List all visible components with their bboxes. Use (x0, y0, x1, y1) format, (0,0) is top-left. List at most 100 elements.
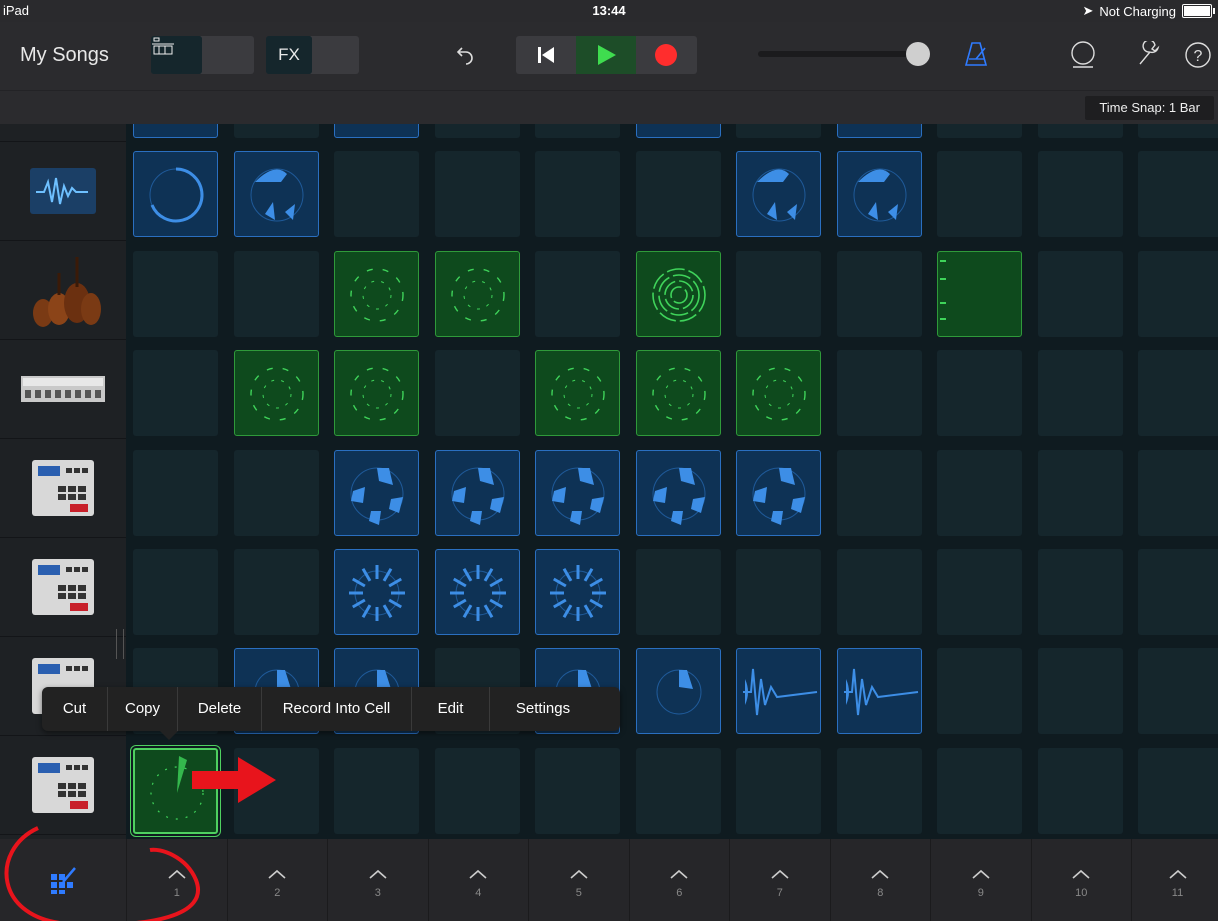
empty-cell[interactable] (1138, 151, 1218, 238)
column-trigger-9[interactable]: 9 (930, 839, 1031, 921)
loop-cell[interactable] (535, 350, 620, 437)
column-resize-handle[interactable] (116, 629, 124, 659)
empty-cell[interactable] (233, 124, 319, 138)
empty-cell[interactable] (937, 151, 1022, 238)
empty-cell[interactable] (937, 549, 1022, 635)
tracks-view-icon[interactable] (151, 36, 202, 74)
empty-cell[interactable] (635, 151, 721, 238)
empty-cell[interactable] (736, 124, 821, 138)
menu-edit[interactable]: Edit (412, 687, 490, 731)
empty-cell[interactable] (836, 549, 922, 635)
empty-cell[interactable] (535, 747, 620, 834)
loop-cell[interactable] (535, 549, 620, 635)
column-trigger-8[interactable]: 8 (829, 839, 931, 921)
selected-loop-cell[interactable] (133, 747, 218, 834)
edit-grid-button[interactable] (0, 839, 126, 921)
empty-cell[interactable] (1138, 449, 1218, 536)
loop-cell[interactable] (334, 124, 419, 138)
empty-cell[interactable] (233, 449, 319, 536)
empty-cell[interactable] (1037, 648, 1123, 735)
empty-cell[interactable] (133, 350, 218, 437)
metronome-icon[interactable] (964, 41, 988, 72)
loop-cell[interactable] (736, 449, 821, 536)
column-trigger-10[interactable]: 10 (1030, 839, 1132, 921)
loop-cell[interactable] (334, 549, 419, 635)
empty-cell[interactable] (736, 549, 821, 635)
loop-cell[interactable] (736, 151, 821, 238)
empty-cell[interactable] (434, 350, 520, 437)
loop-cell[interactable] (635, 350, 721, 437)
empty-cell[interactable] (434, 124, 520, 138)
instrument-mpc-2[interactable] (0, 538, 126, 637)
empty-cell[interactable] (1138, 648, 1218, 735)
column-trigger-3[interactable]: 3 (327, 839, 428, 921)
empty-cell[interactable] (233, 250, 319, 337)
loop-cell[interactable] (736, 350, 821, 437)
empty-cell[interactable] (937, 648, 1022, 735)
empty-cell[interactable] (1138, 124, 1218, 138)
empty-cell[interactable] (1138, 549, 1218, 635)
empty-cell[interactable] (133, 250, 218, 337)
menu-record-into-cell[interactable]: Record Into Cell (262, 687, 412, 731)
column-trigger-2[interactable]: 2 (226, 839, 328, 921)
loop-cell[interactable] (334, 350, 419, 437)
loop-cell[interactable] (434, 549, 520, 635)
loop-cell[interactable] (836, 151, 922, 238)
loop-cell[interactable] (334, 449, 419, 536)
loop-cell[interactable] (736, 648, 821, 735)
instrument-mpc-1[interactable] (0, 439, 126, 538)
empty-cell[interactable] (133, 549, 218, 635)
loop-cell[interactable] (233, 350, 319, 437)
loop-browser-icon[interactable] (1070, 40, 1098, 75)
loop-cell[interactable] (434, 250, 520, 337)
instrument-strings[interactable] (0, 241, 126, 340)
loop-cell[interactable] (937, 250, 1022, 337)
empty-cell[interactable] (1138, 747, 1218, 834)
empty-cell[interactable] (1138, 350, 1218, 437)
loop-cell[interactable] (133, 151, 218, 238)
empty-cell[interactable] (736, 250, 821, 337)
empty-cell[interactable] (836, 449, 922, 536)
loop-cell[interactable] (635, 124, 721, 138)
play-icon[interactable] (576, 36, 636, 74)
empty-cell[interactable] (1037, 151, 1123, 238)
loop-cell[interactable] (836, 124, 922, 138)
empty-cell[interactable] (736, 747, 821, 834)
empty-cell[interactable] (1037, 549, 1123, 635)
loop-cell[interactable] (635, 449, 721, 536)
time-snap-button[interactable]: Time Snap: 1 Bar (1085, 96, 1214, 120)
empty-cell[interactable] (334, 151, 419, 238)
record-icon[interactable] (636, 36, 696, 74)
empty-cell[interactable] (635, 747, 721, 834)
column-trigger-11[interactable]: 11 (1131, 839, 1218, 921)
volume-slider-knob[interactable] (906, 42, 930, 66)
empty-cell[interactable] (434, 747, 520, 834)
volume-slider[interactable] (758, 51, 918, 57)
column-trigger-1[interactable]: 1 (126, 839, 227, 921)
loop-cell[interactable] (535, 449, 620, 536)
empty-cell[interactable] (1037, 449, 1123, 536)
empty-cell[interactable] (1138, 250, 1218, 337)
empty-cell[interactable] (334, 747, 419, 834)
column-trigger-7[interactable]: 7 (729, 839, 830, 921)
empty-cell[interactable] (233, 549, 319, 635)
loop-cell[interactable] (836, 648, 922, 735)
menu-copy[interactable]: Copy (108, 687, 178, 731)
instrument-drum-machine[interactable] (0, 340, 126, 439)
settings-wrench-icon[interactable] (1136, 39, 1160, 72)
empty-cell[interactable] (836, 350, 922, 437)
empty-cell[interactable] (535, 151, 620, 238)
column-trigger-4[interactable]: 4 (427, 839, 529, 921)
loop-cell[interactable] (334, 250, 419, 337)
help-icon[interactable]: ? (1184, 41, 1212, 74)
instrument-row-partial[interactable] (0, 43, 126, 142)
empty-cell[interactable] (1037, 747, 1123, 834)
rewind-icon[interactable] (516, 36, 576, 74)
column-trigger-5[interactable]: 5 (528, 839, 629, 921)
column-trigger-6[interactable]: 6 (628, 839, 730, 921)
empty-cell[interactable] (535, 250, 620, 337)
empty-cell[interactable] (1037, 350, 1123, 437)
loop-cell[interactable] (233, 151, 319, 238)
empty-cell[interactable] (1037, 250, 1123, 337)
menu-cut[interactable]: Cut (42, 687, 108, 731)
